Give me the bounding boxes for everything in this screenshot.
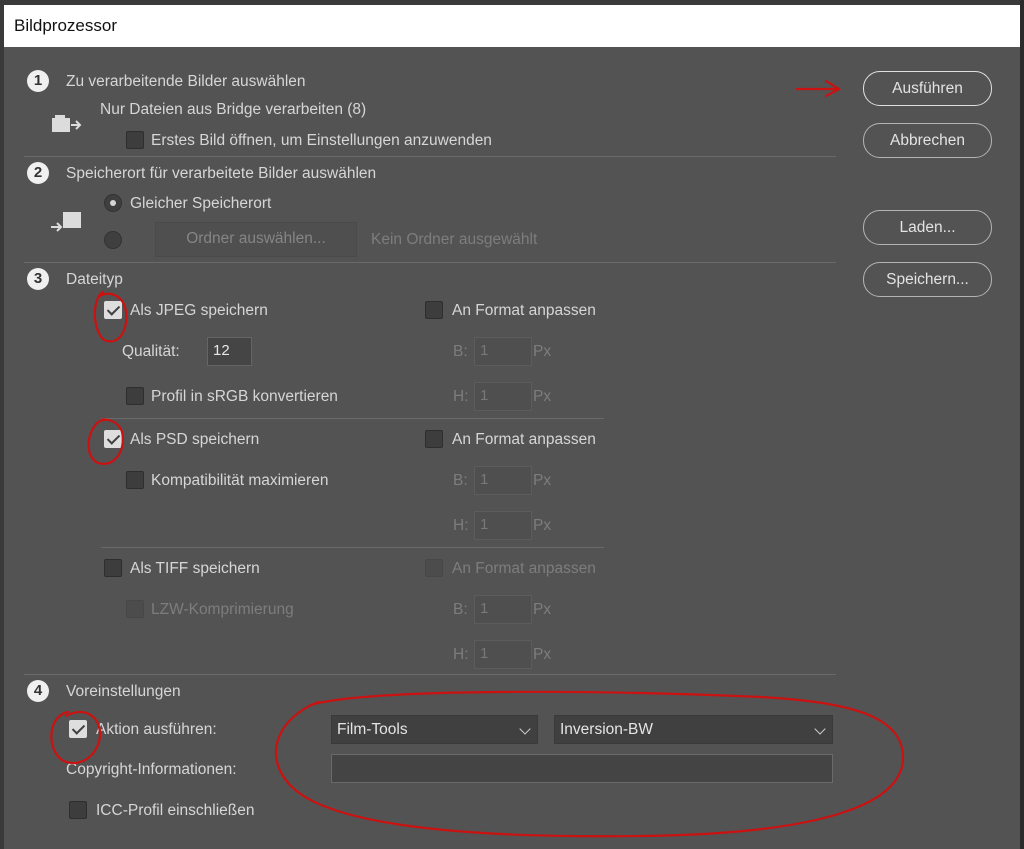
tiff-width-input[interactable]: 1 — [474, 595, 532, 624]
bridge-info: Nur Dateien aus Bridge verarbeiten (8) — [100, 101, 367, 118]
action-set-value: Film-Tools — [337, 721, 408, 738]
action-value: Inversion-BW — [560, 721, 654, 738]
tiff-height-unit: Px — [533, 646, 552, 663]
jpeg-resize-checkbox[interactable] — [425, 301, 443, 319]
jpeg-height-unit: Px — [533, 388, 552, 405]
save-tiff-label: Als TIFF speichern — [130, 560, 260, 577]
tiff-resize-checkbox[interactable] — [425, 559, 443, 577]
tiff-resize-label: An Format anpassen — [452, 560, 596, 577]
chevron-down-icon — [519, 723, 531, 735]
section-3-number: 3 — [27, 268, 49, 290]
psd-width-input[interactable]: 1 — [474, 466, 532, 495]
run-action-label: Aktion ausführen: — [96, 721, 217, 738]
psd-height-label: H: — [453, 517, 469, 534]
section-2-number: 2 — [27, 162, 49, 184]
chevron-down-icon — [814, 723, 826, 735]
divider — [24, 156, 836, 157]
cancel-button[interactable]: Abbrechen — [863, 123, 992, 158]
max-compat-label: Kompatibilität maximieren — [151, 472, 329, 489]
save-psd-label: Als PSD speichern — [130, 431, 260, 448]
section-1-number: 1 — [27, 70, 49, 92]
window-title: Bildprozessor — [14, 16, 117, 35]
psd-height-input[interactable]: 1 — [474, 511, 532, 540]
same-location-label: Gleicher Speicherort — [130, 195, 272, 212]
psd-resize-checkbox[interactable] — [425, 430, 443, 448]
section-2-title: Speicherort für verarbeitete Bilder ausw… — [66, 165, 377, 182]
same-location-radio[interactable] — [104, 194, 122, 212]
jpeg-width-unit: Px — [533, 343, 552, 360]
folder-location-icon — [51, 212, 81, 232]
jpeg-resize-label: An Format anpassen — [452, 302, 596, 319]
title-bar: Bildprozessor — [4, 5, 1020, 47]
jpeg-width-input[interactable]: 1 — [474, 337, 532, 366]
run-action-checkbox[interactable] — [69, 720, 87, 738]
action-set-select[interactable]: Film-Tools — [331, 715, 538, 744]
divider — [101, 418, 604, 419]
section-4-number: 4 — [27, 680, 49, 702]
copyright-input[interactable] — [331, 754, 833, 783]
section-4-title: Voreinstellungen — [66, 683, 181, 700]
image-processor-dialog: Bildprozessor 1 Zu verarbeitende Bilder … — [4, 5, 1020, 849]
open-first-image-label: Erstes Bild öffnen, um Einstellungen anz… — [151, 132, 492, 149]
icc-profile-label: ICC-Profil einschließen — [96, 802, 255, 819]
save-jpeg-checkbox[interactable] — [104, 301, 122, 319]
window-edge — [1020, 0, 1024, 849]
jpeg-height-label: H: — [453, 388, 469, 405]
choose-folder-button[interactable]: Ordner auswählen... — [155, 222, 357, 257]
save-settings-button[interactable]: Speichern... — [863, 262, 992, 297]
jpeg-width-label: B: — [453, 343, 468, 360]
max-compat-checkbox[interactable] — [126, 471, 144, 489]
divider — [101, 547, 604, 548]
tiff-width-label: B: — [453, 601, 468, 618]
section-1-title: Zu verarbeitende Bilder auswählen — [66, 73, 306, 90]
save-tiff-checkbox[interactable] — [104, 559, 122, 577]
psd-width-unit: Px — [533, 472, 552, 489]
divider — [24, 262, 836, 263]
section-3-title: Dateityp — [66, 271, 123, 288]
lzw-label: LZW-Komprimierung — [151, 601, 294, 618]
divider — [24, 674, 836, 675]
save-jpeg-label: Als JPEG speichern — [130, 302, 268, 319]
copyright-label: Copyright-Informationen: — [66, 761, 237, 778]
tiff-height-input[interactable]: 1 — [474, 640, 532, 669]
psd-height-unit: Px — [533, 517, 552, 534]
quality-label: Qualität: — [122, 343, 180, 360]
run-button[interactable]: Ausführen — [863, 71, 992, 106]
bridge-files-icon — [52, 115, 82, 132]
save-psd-checkbox[interactable] — [104, 430, 122, 448]
no-folder-label: Kein Ordner ausgewählt — [371, 231, 538, 248]
jpeg-height-input[interactable]: 1 — [474, 382, 532, 411]
load-button[interactable]: Laden... — [863, 210, 992, 245]
srgb-label: Profil in sRGB konvertieren — [151, 388, 338, 405]
quality-input[interactable]: 12 — [207, 337, 252, 366]
psd-width-label: B: — [453, 472, 468, 489]
srgb-checkbox[interactable] — [126, 387, 144, 405]
lzw-checkbox[interactable] — [126, 600, 144, 618]
tiff-width-unit: Px — [533, 601, 552, 618]
icc-profile-checkbox[interactable] — [69, 801, 87, 819]
open-first-image-checkbox[interactable] — [126, 131, 144, 149]
tiff-height-label: H: — [453, 646, 469, 663]
other-folder-radio[interactable] — [104, 231, 122, 249]
psd-resize-label: An Format anpassen — [452, 431, 596, 448]
action-select[interactable]: Inversion-BW — [554, 715, 833, 744]
